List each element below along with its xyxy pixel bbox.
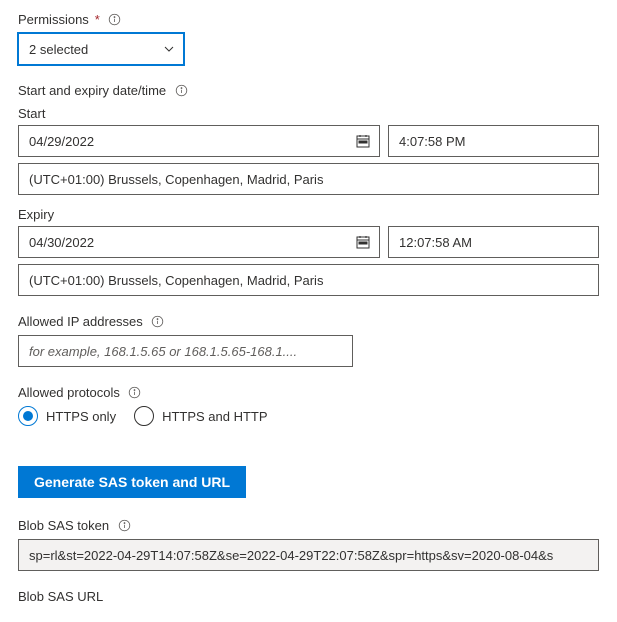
sas-token-text: Blob SAS token (18, 518, 109, 533)
permissions-label: Permissions * (18, 12, 599, 27)
radio-https-only-label: HTTPS only (46, 409, 116, 424)
sas-url-label: Blob SAS URL (18, 589, 599, 604)
chevron-down-icon (163, 43, 175, 55)
radio-circle-icon (18, 406, 38, 426)
sas-token-label: Blob SAS token (18, 518, 599, 533)
expiry-time-input[interactable]: 12:07:58 AM (388, 226, 599, 258)
info-icon[interactable] (151, 315, 165, 329)
expiry-tz-input[interactable]: (UTC+01:00) Brussels, Copenhagen, Madrid… (18, 264, 599, 296)
start-label: Start (18, 106, 599, 121)
calendar-icon (355, 133, 371, 149)
permissions-dropdown[interactable]: 2 selected (18, 33, 184, 65)
expiry-time-value: 12:07:58 AM (399, 235, 472, 250)
start-date-input[interactable]: 04/29/2022 (18, 125, 380, 157)
start-time-input[interactable]: 4:07:58 PM (388, 125, 599, 157)
radio-https-and-http[interactable]: HTTPS and HTTP (134, 406, 267, 426)
sas-token-value: sp=rl&st=2022-04-29T14:07:58Z&se=2022-04… (29, 548, 553, 563)
datetime-section-label: Start and expiry date/time (18, 83, 599, 98)
sas-token-output[interactable]: sp=rl&st=2022-04-29T14:07:58Z&se=2022-04… (18, 539, 599, 571)
allowed-ip-input[interactable] (18, 335, 353, 367)
allowed-ip-label: Allowed IP addresses (18, 314, 599, 329)
allowed-protocols-label: Allowed protocols (18, 385, 599, 400)
permissions-selected-text: 2 selected (29, 42, 88, 57)
start-time-value: 4:07:58 PM (399, 134, 466, 149)
expiry-label: Expiry (18, 207, 599, 222)
info-icon[interactable] (108, 13, 122, 27)
calendar-icon (355, 234, 371, 250)
start-tz-value: (UTC+01:00) Brussels, Copenhagen, Madrid… (29, 172, 323, 187)
start-date-value: 04/29/2022 (29, 134, 94, 149)
permissions-label-text: Permissions (18, 12, 89, 27)
required-star: * (95, 12, 100, 27)
info-icon[interactable] (117, 519, 131, 533)
start-tz-input[interactable]: (UTC+01:00) Brussels, Copenhagen, Madrid… (18, 163, 599, 195)
sas-url-text: Blob SAS URL (18, 589, 103, 604)
radio-https-and-http-label: HTTPS and HTTP (162, 409, 267, 424)
expiry-date-input[interactable]: 04/30/2022 (18, 226, 380, 258)
datetime-section-text: Start and expiry date/time (18, 83, 166, 98)
radio-circle-icon (134, 406, 154, 426)
allowed-ip-text: Allowed IP addresses (18, 314, 143, 329)
allowed-protocols-text: Allowed protocols (18, 385, 120, 400)
expiry-date-value: 04/30/2022 (29, 235, 94, 250)
expiry-tz-value: (UTC+01:00) Brussels, Copenhagen, Madrid… (29, 273, 323, 288)
radio-https-only[interactable]: HTTPS only (18, 406, 116, 426)
info-icon[interactable] (128, 386, 142, 400)
info-icon[interactable] (174, 84, 188, 98)
generate-sas-button[interactable]: Generate SAS token and URL (18, 466, 246, 498)
